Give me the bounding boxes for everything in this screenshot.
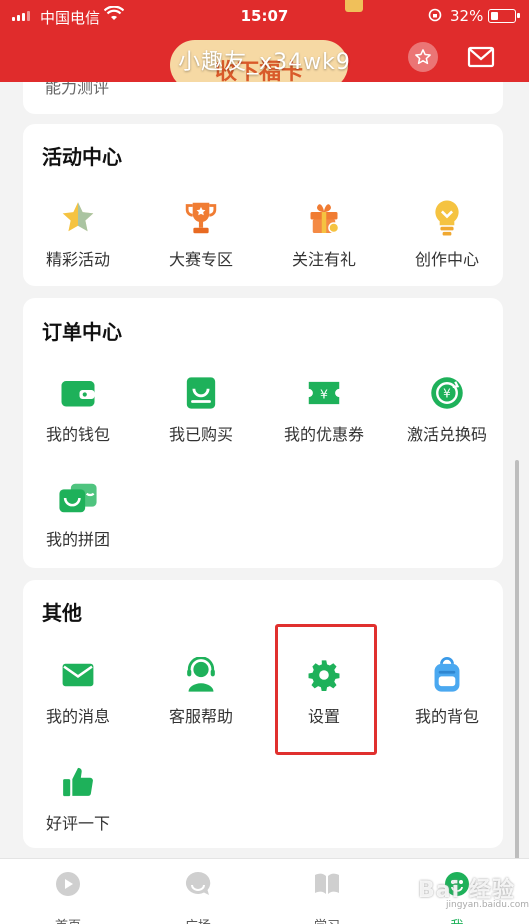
- item-label: 激活兑换码: [406, 425, 487, 444]
- order-center-section: 订单中心 我的钱包 我已购买 ¥ 我的优惠券 ¥ 激活兑换码 我的拼团: [23, 298, 503, 568]
- order-item-group-buy[interactable]: 我的拼团: [23, 478, 133, 550]
- battery-icon: [488, 9, 520, 23]
- tab-label: 首页: [33, 915, 103, 924]
- rotation-lock-icon: [428, 8, 442, 22]
- item-label: 大赛专区: [168, 250, 233, 269]
- profile-header: 收下福卡 中国电信 15:07 32% 小趣友_x34wk9: [0, 0, 529, 82]
- scrollbar[interactable]: [515, 460, 519, 860]
- section-title: 活动中心: [42, 145, 122, 169]
- tab-square[interactable]: 广场: [163, 869, 233, 924]
- order-item-redeem-code[interactable]: ¥ 激活兑换码: [392, 373, 502, 445]
- activity-item-follow-gift[interactable]: 关注有礼: [269, 198, 379, 270]
- headset-icon: [181, 655, 221, 695]
- item-label: 我的消息: [45, 707, 110, 726]
- baidu-watermark: Bai 经验 jingyan.baidu.com: [418, 872, 529, 910]
- star-icon: [58, 198, 98, 238]
- tab-label: 我: [422, 915, 492, 924]
- activity-item-events[interactable]: 精彩活动: [23, 198, 133, 270]
- previous-section-remnant: 能力测评: [23, 82, 503, 114]
- section-title: 订单中心: [42, 320, 122, 344]
- trophy-icon: [181, 198, 221, 238]
- other-item-messages[interactable]: 我的消息: [23, 655, 133, 727]
- item-label: 我的背包: [414, 707, 479, 726]
- tab-label: 学习: [292, 915, 362, 924]
- section-title: 其他: [42, 601, 82, 625]
- item-label: 我的优惠券: [283, 425, 364, 444]
- wallet-icon: [58, 373, 98, 413]
- username[interactable]: 小趣友_x34wk9: [0, 44, 529, 76]
- order-item-wallet[interactable]: 我的钱包: [23, 373, 133, 445]
- item-label: 我的钱包: [45, 425, 110, 444]
- item-label: 我的拼团: [45, 530, 110, 549]
- book-icon: [315, 873, 339, 894]
- backpack-icon: [427, 655, 467, 695]
- home-play-icon: [56, 872, 80, 896]
- settings-highlight-box: [275, 624, 377, 755]
- svg-text:¥: ¥: [320, 387, 328, 402]
- remnant-label: 能力测评: [45, 82, 110, 97]
- group-buy-icon: [58, 478, 98, 518]
- coupon-icon: ¥: [304, 373, 344, 413]
- mail-icon[interactable]: [466, 42, 496, 72]
- item-label: 创作中心: [414, 250, 479, 269]
- watermark-sub: jingyan.baidu.com: [446, 900, 529, 910]
- item-label: 关注有礼: [291, 250, 356, 269]
- activity-item-contest[interactable]: 大赛专区: [146, 198, 256, 270]
- battery-percent: 32%: [450, 7, 484, 25]
- tab-study[interactable]: 学习: [292, 869, 362, 924]
- activity-item-creation[interactable]: 创作中心: [392, 198, 502, 270]
- status-bar: 中国电信 15:07 32%: [0, 0, 529, 32]
- svg-text:¥: ¥: [443, 387, 451, 401]
- item-label: 好评一下: [45, 814, 110, 833]
- item-label: 客服帮助: [168, 707, 233, 726]
- order-item-purchased[interactable]: 我已购买: [146, 373, 256, 445]
- exchange-icon: ¥: [427, 373, 467, 413]
- other-item-support[interactable]: 客服帮助: [146, 655, 256, 727]
- other-item-backpack[interactable]: 我的背包: [392, 655, 502, 727]
- item-label: 我已购买: [168, 425, 233, 444]
- item-label: 精彩活动: [45, 250, 110, 269]
- square-chat-icon: [185, 871, 211, 895]
- gift-icon: [304, 198, 344, 238]
- other-item-rate-app[interactable]: 好评一下: [23, 762, 133, 834]
- shopping-bag-icon: [181, 373, 221, 413]
- mail-icon: [58, 655, 98, 695]
- tab-home[interactable]: 首页: [33, 869, 103, 924]
- other-section: 其他 我的消息 客服帮助 设置 我的背包 好评一下: [23, 580, 503, 848]
- order-item-coupons[interactable]: ¥ 我的优惠券: [269, 373, 379, 445]
- tab-label: 广场: [163, 915, 233, 924]
- activity-center-section: 活动中心 精彩活动 大赛专区 关注有礼 创作中心: [23, 124, 503, 286]
- favorites-icon[interactable]: [408, 42, 438, 72]
- thumbs-up-icon: [58, 762, 98, 802]
- lightbulb-icon: [427, 198, 467, 238]
